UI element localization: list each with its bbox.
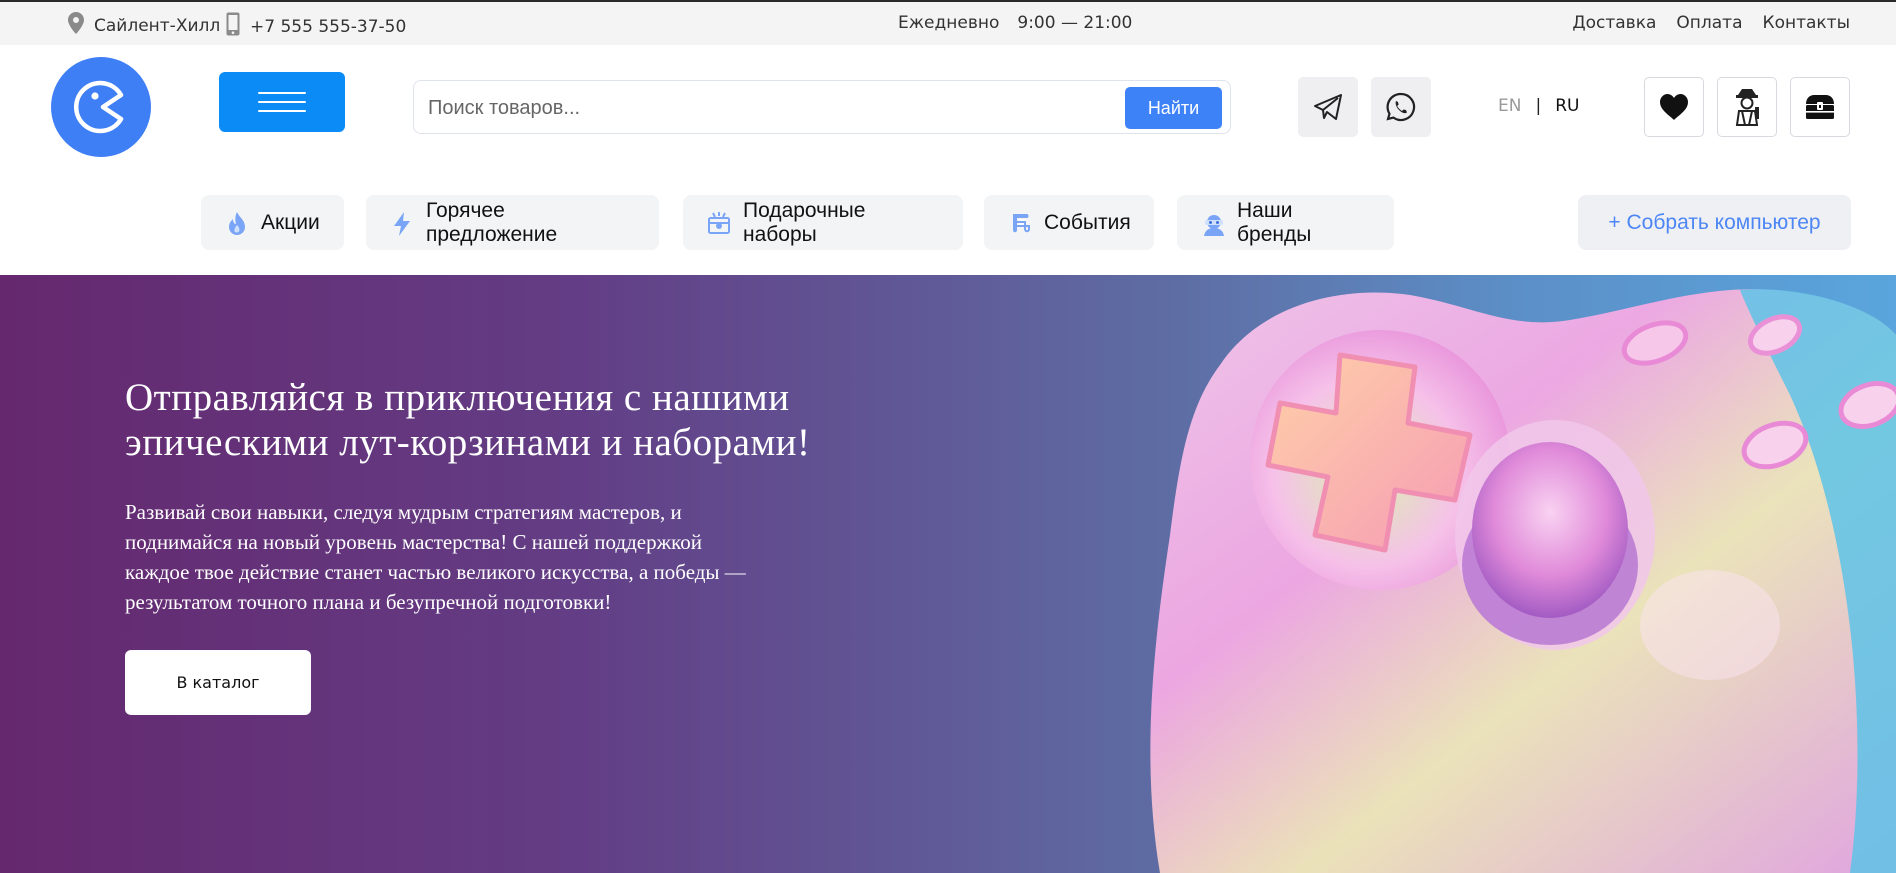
mobile-phone-icon xyxy=(226,12,240,41)
gift-box-icon xyxy=(707,211,731,235)
category-label: Подарочные наборы xyxy=(743,198,866,246)
map-pin-icon xyxy=(68,12,84,39)
top-links: Доставка Оплата Контакты xyxy=(1572,13,1850,33)
catalog-button[interactable]: В каталог xyxy=(125,650,311,715)
location-text: Сайлент-Хилл xyxy=(94,15,221,36)
telegram-button[interactable] xyxy=(1298,77,1358,137)
category-events[interactable]: События xyxy=(984,195,1154,250)
link-delivery[interactable]: Доставка xyxy=(1572,13,1656,33)
hero-title-line: Отправляйся в приключения с нашими xyxy=(125,376,790,419)
category-brands[interactable]: Наши бренды xyxy=(1177,195,1394,250)
category-label: События xyxy=(1044,210,1131,234)
location: Сайлент-Хилл xyxy=(68,12,220,39)
search-bar: Найти xyxy=(413,80,1231,134)
hero-title: Отправляйся в приключения с нашими эпиче… xyxy=(125,375,905,465)
menu-line-icon xyxy=(258,110,306,112)
hero-text-line: каждое твое действие станет частью велик… xyxy=(125,560,746,584)
category-label: Горячее предложение xyxy=(426,198,558,246)
category-gift-sets[interactable]: Подарочные наборы xyxy=(683,195,963,250)
menu-line-icon xyxy=(258,101,306,103)
language-switcher: EN | RU xyxy=(1498,96,1579,116)
hero-text-line: поднимайся на новый уровень мастерства! … xyxy=(125,530,702,554)
menu-line-icon xyxy=(258,92,306,94)
category-label: Акции xyxy=(261,210,320,234)
heart-icon xyxy=(1660,94,1688,120)
hero-text-line: Развивай свои навыки, следуя мудрым стра… xyxy=(125,500,682,524)
adventurer-avatar-icon xyxy=(1735,89,1759,126)
hero-title-line: эпическими лут-корзинами и наборами! xyxy=(125,421,811,464)
telegram-icon xyxy=(1314,94,1342,120)
lang-separator: | xyxy=(1535,96,1542,116)
scroll-icon xyxy=(1008,211,1032,235)
fire-icon xyxy=(225,211,249,235)
catalog-menu-button[interactable] xyxy=(219,72,345,132)
category-sales[interactable]: Акции xyxy=(201,195,344,250)
account-button[interactable] xyxy=(1717,77,1777,137)
lang-ru[interactable]: RU xyxy=(1555,96,1579,116)
category-label: Наши бренды xyxy=(1237,198,1312,246)
brand-mascot-icon xyxy=(1201,211,1225,236)
favorites-button[interactable] xyxy=(1644,77,1704,137)
phone[interactable]: +7 555 555-37-50 xyxy=(226,12,406,41)
pacman-logo-icon xyxy=(74,80,124,134)
site-logo[interactable] xyxy=(51,57,151,157)
lang-en[interactable]: EN xyxy=(1498,96,1521,116)
category-hot-offer[interactable]: Горячее предложение xyxy=(366,195,659,250)
hero-banner: Отправляйся в приключения с нашими эпиче… xyxy=(0,275,1896,873)
gamepad-illustration xyxy=(1150,289,1896,873)
lightning-icon xyxy=(390,211,414,236)
hero-description: Развивай свои навыки, следуя мудрым стра… xyxy=(125,497,825,617)
link-payment[interactable]: Оплата xyxy=(1676,13,1742,33)
cart-button[interactable] xyxy=(1790,77,1850,137)
hero-text-line: результатом точного плана и безупречной … xyxy=(125,590,612,614)
hours-value: 9:00 — 21:00 xyxy=(1017,13,1133,33)
top-info-bar: Сайлент-Хилл +7 555 555-37-50 Ежедневно … xyxy=(0,0,1896,45)
treasure-chest-icon xyxy=(1806,95,1834,119)
search-input[interactable] xyxy=(426,89,1110,127)
hours-label: Ежедневно xyxy=(898,13,1000,33)
whatsapp-icon xyxy=(1386,92,1416,122)
phone-number[interactable]: +7 555 555-37-50 xyxy=(250,17,406,37)
working-hours: Ежедневно 9:00 — 21:00 xyxy=(898,13,1132,33)
build-pc-button[interactable]: + Собрать компьютер xyxy=(1578,195,1851,250)
search-button[interactable]: Найти xyxy=(1125,87,1222,129)
link-contacts[interactable]: Контакты xyxy=(1763,13,1851,33)
whatsapp-button[interactable] xyxy=(1371,77,1431,137)
